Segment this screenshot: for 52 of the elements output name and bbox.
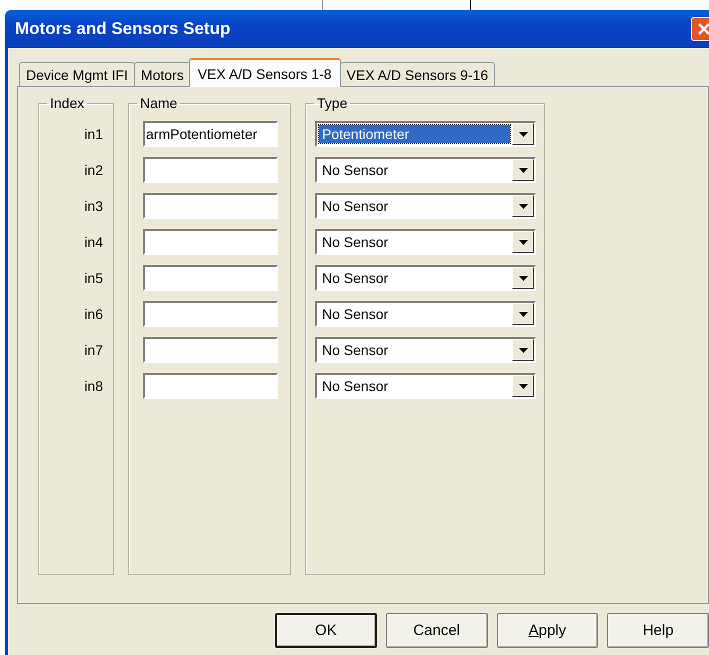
caret-icon <box>518 168 528 172</box>
name-input-field[interactable] <box>143 193 278 219</box>
group-label: Type <box>316 95 348 111</box>
dropdown-value: No Sensor <box>321 197 390 215</box>
sensor-type-dropdown[interactable]: No Sensor <box>315 337 536 363</box>
caret-icon <box>518 276 528 280</box>
group-label: Name <box>139 95 178 111</box>
input-label: in4 <box>84 233 103 252</box>
input-label: in8 <box>84 377 103 396</box>
input-label: in5 <box>84 269 103 288</box>
input-label: in2 <box>84 161 103 180</box>
caret-icon <box>518 312 528 316</box>
input-label: in1 <box>84 125 103 144</box>
caret-icon <box>518 384 528 388</box>
dialog-button[interactable]: Cancel <box>386 613 488 648</box>
name-input-field[interactable] <box>143 301 278 327</box>
tab[interactable]: VEX A/D Sensors 1-8 <box>188 58 341 87</box>
group-label: Index <box>49 95 86 111</box>
sensor-type-dropdown[interactable]: No Sensor <box>315 229 536 255</box>
close-icon <box>698 23 709 35</box>
dropdown-value: No Sensor <box>321 161 390 179</box>
dropdown-value: No Sensor <box>321 233 390 251</box>
dropdown-value: Potentiometer <box>319 125 510 143</box>
tab[interactable]: Device Mgmt IFI <box>19 62 135 86</box>
name-input-field[interactable] <box>143 229 278 255</box>
dropdown-value: No Sensor <box>321 341 390 359</box>
sensor-type-dropdown[interactable]: No Sensor <box>315 373 536 399</box>
input-label: in7 <box>84 341 103 360</box>
input-label: in3 <box>84 197 103 216</box>
sensor-type-dropdown[interactable]: No Sensor <box>315 301 536 327</box>
caret-icon <box>518 240 528 244</box>
name-input-field[interactable]: armPotentiometer <box>143 121 278 147</box>
name-input-field[interactable] <box>143 265 278 291</box>
tab[interactable]: VEX A/D Sensors 9-16 <box>340 62 496 86</box>
caret-icon <box>518 348 528 352</box>
window-title: Motors and Sensors Setup <box>15 19 230 39</box>
dropdown-value: No Sensor <box>321 269 390 287</box>
dialog-button[interactable]: Apply <box>496 613 598 648</box>
dropdown-value: No Sensor <box>321 305 390 323</box>
dropdown-value: No Sensor <box>321 377 390 395</box>
sensor-type-dropdown[interactable]: No Sensor <box>315 193 536 219</box>
dialog-button[interactable]: Help <box>607 613 709 648</box>
sensor-type-dropdown[interactable]: No Sensor <box>315 157 536 183</box>
sensor-type-dropdown[interactable]: No Sensor <box>315 265 536 291</box>
caret-icon <box>518 132 528 136</box>
name-input-field[interactable] <box>143 337 278 363</box>
input-label: in6 <box>84 305 103 324</box>
dialog-button[interactable]: OK <box>275 613 377 648</box>
name-input-field[interactable] <box>143 157 278 183</box>
sensor-type-dropdown[interactable]: Potentiometer <box>315 121 536 147</box>
name-input-field[interactable] <box>143 373 278 399</box>
caret-icon <box>518 204 528 208</box>
